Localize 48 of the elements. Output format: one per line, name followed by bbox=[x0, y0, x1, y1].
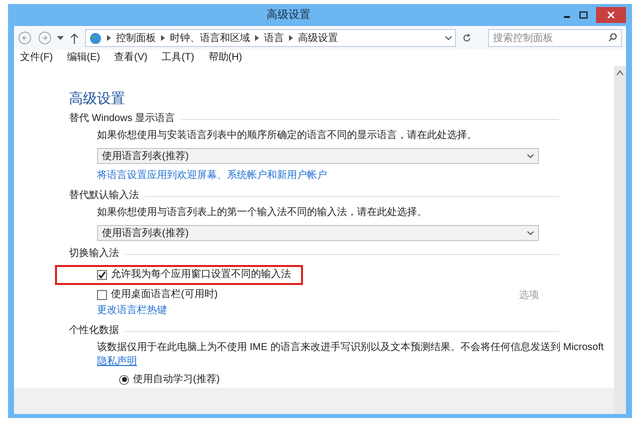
description-text: 如果你想使用与安装语言列表中的顺序所确定的语言不同的显示语言，请在此处选择。 bbox=[96, 130, 478, 142]
maximize-icon[interactable] bbox=[579, 11, 588, 19]
up-arrow-icon[interactable] bbox=[70, 32, 79, 44]
chevron-icon bbox=[106, 35, 111, 41]
window-title: 高级设置 bbox=[266, 8, 312, 23]
dropdown-icon[interactable] bbox=[57, 36, 64, 40]
menu-item[interactable]: 工具(T) bbox=[161, 50, 194, 64]
chevron-icon bbox=[254, 35, 259, 41]
breadcrumb-item[interactable]: 高级设置 bbox=[298, 30, 338, 46]
scroll-up-icon[interactable] bbox=[616, 69, 624, 77]
section-title: 个性化数据 bbox=[69, 324, 119, 338]
dropdown[interactable]: 使用语言列表(推荐) bbox=[97, 225, 539, 241]
scrollbar[interactable] bbox=[614, 66, 626, 414]
description-text: 如果你想使用与语言列表上的第一个输入法不同的输入法，请在此处选择。 bbox=[96, 207, 428, 219]
checkbox[interactable] bbox=[97, 290, 107, 300]
link[interactable]: 更改语言栏热键 bbox=[97, 305, 167, 317]
address-bar[interactable]: 控制面板 时钟、语言和区域 语言 高级设置 bbox=[84, 29, 456, 47]
link[interactable]: 隐私声明 bbox=[97, 356, 137, 368]
page-heading: 高级设置 bbox=[69, 90, 126, 106]
radio-label: 使用自动学习(推荐) bbox=[133, 372, 220, 387]
close-icon bbox=[607, 11, 615, 19]
section-title: 替代默认输入法 bbox=[69, 189, 139, 203]
chevron-icon bbox=[160, 35, 165, 41]
checkbox[interactable] bbox=[97, 270, 107, 280]
chevron-icon bbox=[288, 35, 293, 41]
search-icon bbox=[608, 33, 617, 42]
refresh-icon[interactable] bbox=[462, 33, 472, 43]
section-title: 切换输入法 bbox=[69, 247, 119, 261]
description-text: 该数据仅用于在此电脑上为不使用 IME 的语言来改进手写识别以及文本预测结果。不会将任何信息发送到 Microsoft bbox=[96, 342, 604, 354]
menu-item[interactable]: 文件(F) bbox=[20, 50, 53, 64]
chevron-down-icon[interactable] bbox=[527, 231, 534, 235]
section-title: 替代 Windows 显示语言 bbox=[69, 112, 176, 126]
breadcrumb-item[interactable]: 时钟、语言和区域 bbox=[170, 30, 250, 46]
checkbox-label: 使用桌面语言栏(可用时) bbox=[111, 289, 218, 301]
chevron-down-icon[interactable] bbox=[527, 154, 534, 158]
link[interactable]: 将语言设置应用到欢迎屏幕、系统帐户和新用户帐户 bbox=[97, 170, 327, 182]
chevron-down-icon[interactable] bbox=[445, 36, 452, 40]
menu-item[interactable]: 查看(V) bbox=[114, 50, 148, 64]
radio-button[interactable] bbox=[119, 374, 129, 384]
globe-icon bbox=[88, 32, 102, 44]
dropdown[interactable]: 使用语言列表(推荐) bbox=[97, 148, 539, 164]
search-field[interactable]: 搜索控制面板 bbox=[488, 29, 622, 47]
menu-item[interactable]: 帮助(H) bbox=[208, 50, 242, 64]
breadcrumb-item[interactable]: 控制面板 bbox=[116, 30, 156, 46]
breadcrumb-item[interactable]: 语言 bbox=[264, 30, 284, 46]
close-button[interactable] bbox=[596, 7, 626, 23]
menu-item[interactable]: 编辑(E) bbox=[66, 50, 100, 64]
checkbox-label: 允许我为每个应用窗口设置不同的输入法 bbox=[111, 269, 291, 281]
